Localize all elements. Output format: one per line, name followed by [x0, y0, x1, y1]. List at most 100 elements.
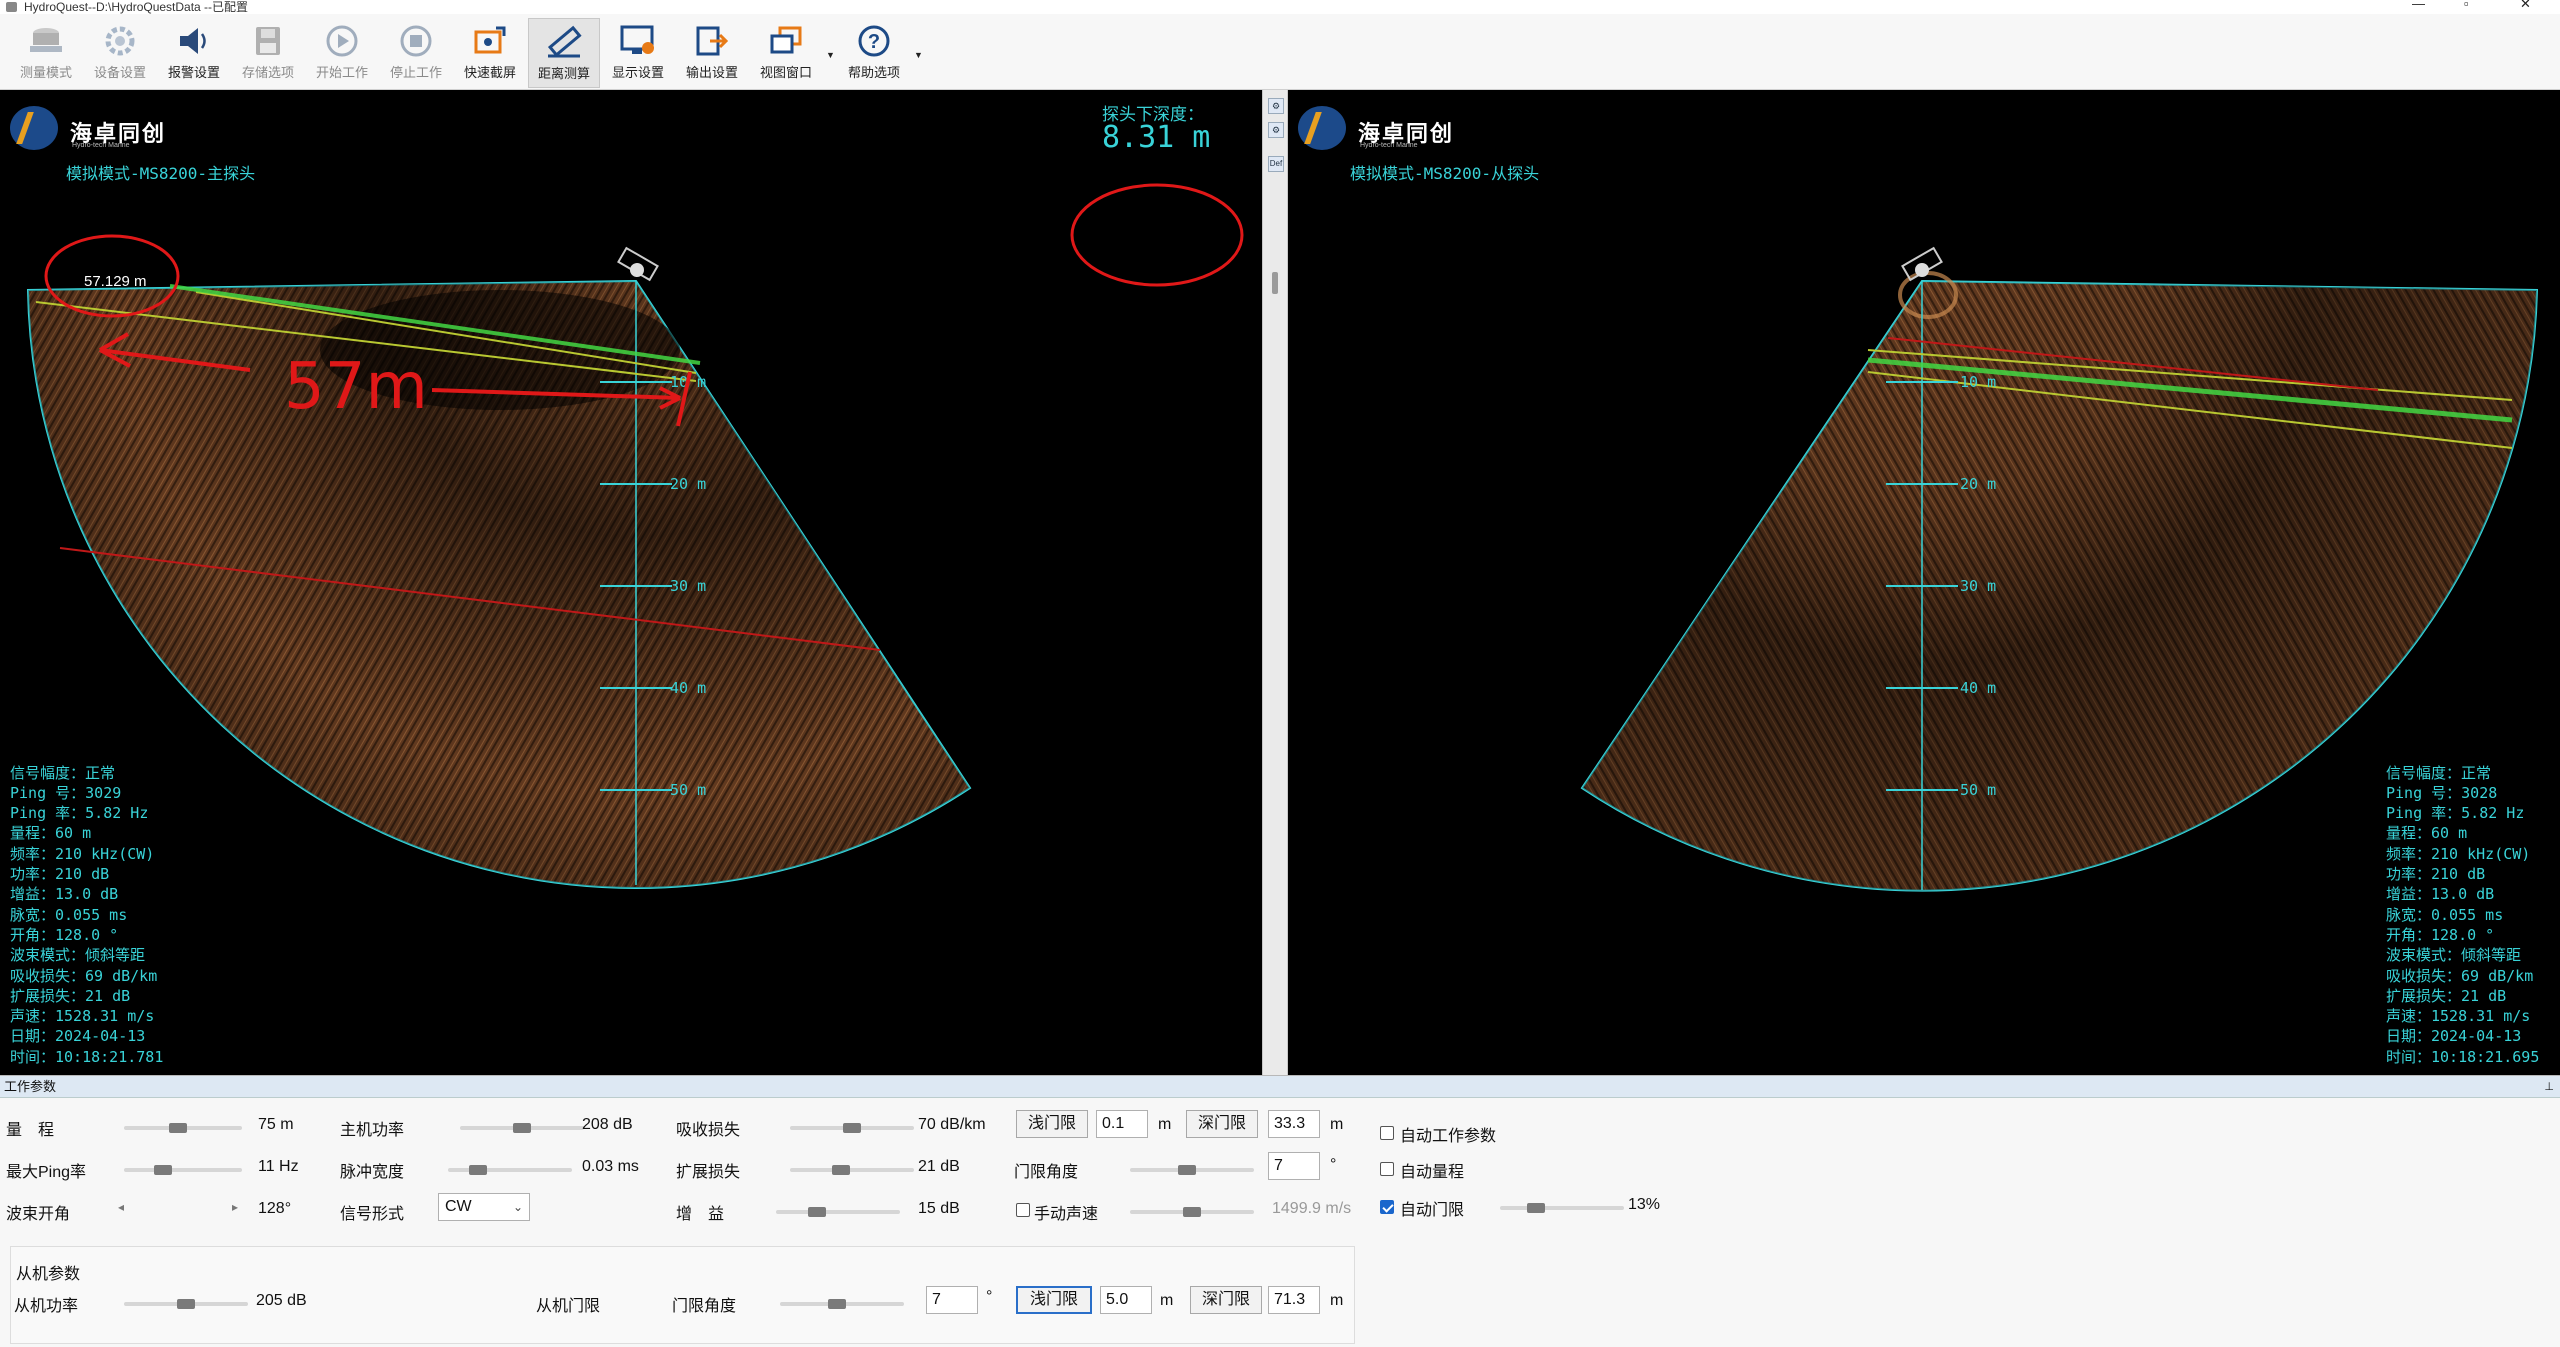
main-depth-tick-50: 50 m	[670, 781, 706, 799]
auto-work-params-checkbox[interactable]	[1380, 1126, 1394, 1140]
slave-sonar-panel[interactable]: 10 m 20 m 30 m 40 m 50 m 海卓同创 Hydro-tech…	[1288, 90, 2552, 1075]
gate-angle-label: 门限角度	[1014, 1164, 1079, 1181]
slave-shallow-gate-input[interactable]: 5.0	[1100, 1286, 1152, 1314]
brand-logo-icon	[10, 106, 58, 150]
pulse-width-slider[interactable]	[448, 1165, 572, 1175]
window-titlebar: HydroQuest--D:\HydroQuestData --已配置 — ▫ …	[0, 0, 2560, 14]
gate-angle-slider[interactable]	[1130, 1165, 1254, 1175]
slave-depth-tick-40: 40 m	[1960, 679, 1996, 697]
auto-work-params-label: 自动工作参数	[1400, 1128, 1497, 1145]
slave-shallow-gate-button[interactable]: 浅门限	[1016, 1286, 1092, 1314]
slave-power-slider[interactable]	[124, 1299, 248, 1309]
auto-gate-slider[interactable]	[1500, 1203, 1624, 1213]
distance-measure-button[interactable]: 距离测算	[528, 18, 600, 88]
help-options-button[interactable]: ? 帮助选项	[838, 18, 910, 88]
deep-gate-input[interactable]: 33.3	[1268, 1110, 1320, 1138]
depth-below-transducer-value: 8.31 m	[1102, 120, 1211, 155]
range-value: 75 m	[258, 1116, 294, 1133]
save-icon	[256, 27, 280, 55]
brand-logo-icon	[1298, 106, 1346, 150]
main-power-slider-thumb[interactable]	[513, 1123, 531, 1133]
slave-sonar-fan[interactable]: 10 m 20 m 30 m 40 m 50 m	[1288, 90, 2552, 1075]
view-window-button[interactable]: 视图窗口	[750, 18, 822, 88]
gain-slider[interactable]	[776, 1207, 900, 1217]
spreading-label: 扩展损失	[676, 1164, 741, 1181]
minimize-icon[interactable]: —	[2412, 0, 2425, 11]
slave-deep-gate-button[interactable]: 深门限	[1190, 1286, 1262, 1314]
manual-sound-speed-checkbox[interactable]	[1016, 1203, 1030, 1217]
absorption-slider-thumb[interactable]	[843, 1123, 861, 1133]
deep-gate-button[interactable]: 深门限	[1186, 1110, 1258, 1138]
slave-gate-angle-slider[interactable]	[780, 1299, 904, 1309]
slave-power-slider-thumb[interactable]	[177, 1299, 195, 1309]
close-icon[interactable]: ✕	[2520, 0, 2531, 11]
help-options-dropdown-icon[interactable]: ▼	[914, 50, 923, 60]
main-sonar-panel[interactable]: 10 m 20 m 30 m 40 m 50 m 57.129 m 57m 海卓…	[0, 90, 1262, 1075]
main-info-block: 信号幅度：正常 Ping 号：3029 Ping 率：5.82 Hz 量程：60…	[10, 763, 164, 1066]
slave-power-value: 205 dB	[256, 1292, 307, 1309]
auto-gate-value: 13%	[1628, 1196, 1661, 1213]
absorption-label: 吸收损失	[676, 1122, 741, 1139]
spreading-slider-thumb[interactable]	[832, 1165, 850, 1175]
depth-highlight-circle	[1070, 183, 1244, 287]
handwritten-distance-note: 57m	[284, 350, 428, 424]
main-power-value: 208 dB	[582, 1116, 633, 1133]
slave-depth-tick-30: 30 m	[1960, 577, 1996, 595]
gain-slider-thumb[interactable]	[808, 1207, 826, 1217]
max-ping-slider-thumb[interactable]	[154, 1165, 172, 1175]
beam-angle-left-arrow-icon[interactable]: ◂	[118, 1200, 124, 1214]
display-settings-button[interactable]: 显示设置	[602, 18, 674, 88]
splitter-settings-icon[interactable]: ⚙	[1268, 98, 1284, 114]
signal-form-select[interactable]: CW ⌄	[438, 1193, 530, 1221]
splitter-default-button[interactable]: Def	[1268, 156, 1284, 172]
shallow-gate-input[interactable]: 0.1	[1096, 1110, 1148, 1138]
slave-gate-angle-slider-thumb[interactable]	[828, 1299, 846, 1309]
splitter-settings-icon-2[interactable]: ⚙	[1268, 122, 1284, 138]
device-settings-button[interactable]: 设备设置	[84, 18, 156, 88]
pulse-width-slider-thumb[interactable]	[469, 1165, 487, 1175]
panel-splitter[interactable]: ⚙ ⚙ Def	[1262, 90, 1288, 1075]
windows-icon	[770, 26, 802, 54]
output-settings-button[interactable]: 输出设置	[676, 18, 748, 88]
main-sonar-fan[interactable]: 10 m 20 m 30 m 40 m 50 m 57.129 m 57m	[0, 90, 1262, 1075]
range-slider[interactable]	[124, 1123, 242, 1133]
sound-speed-slider-thumb[interactable]	[1183, 1207, 1201, 1217]
slave-power-label: 从机功率	[14, 1298, 79, 1315]
stop-work-button[interactable]: 停止工作	[380, 18, 452, 88]
camera-icon	[474, 26, 506, 54]
pulse-width-label: 脉冲宽度	[340, 1164, 405, 1181]
main-power-slider[interactable]	[460, 1123, 584, 1133]
slave-deep-gate-input[interactable]: 71.3	[1268, 1286, 1320, 1314]
range-slider-thumb[interactable]	[169, 1123, 187, 1133]
splitter-grip[interactable]	[1272, 272, 1278, 294]
stop-icon	[400, 25, 432, 57]
start-work-button[interactable]: 开始工作	[306, 18, 378, 88]
auto-range-checkbox[interactable]	[1380, 1162, 1394, 1176]
alarm-settings-button[interactable]: 报警设置	[158, 18, 230, 88]
help-icon: ?	[858, 25, 890, 57]
maximize-icon[interactable]: ▫	[2464, 0, 2469, 11]
main-depth-tick-20: 20 m	[670, 475, 706, 493]
absorption-slider[interactable]	[790, 1123, 914, 1133]
storage-options-button[interactable]: 存储选项	[232, 18, 304, 88]
quick-screenshot-button[interactable]: 快速截屏	[454, 18, 526, 88]
slave-gate-angle-input[interactable]: 7	[926, 1286, 978, 1314]
gain-value: 15 dB	[918, 1200, 960, 1217]
beam-angle-right-arrow-icon[interactable]: ▸	[232, 1200, 238, 1214]
sound-speed-slider[interactable]	[1130, 1207, 1254, 1217]
measure-mode-button[interactable]: 测量模式	[10, 18, 82, 88]
pin-icon[interactable]: ⊥	[2544, 1076, 2554, 1098]
view-window-dropdown-icon[interactable]: ▼	[826, 50, 835, 60]
speaker-icon	[180, 28, 206, 54]
auto-gate-slider-thumb[interactable]	[1527, 1203, 1545, 1213]
ruler-icon	[547, 25, 582, 58]
auto-gate-checkbox[interactable]	[1380, 1200, 1394, 1214]
spreading-slider[interactable]	[790, 1165, 914, 1175]
gate-angle-slider-thumb[interactable]	[1178, 1165, 1196, 1175]
auto-range-label: 自动量程	[1400, 1164, 1465, 1181]
shallow-gate-button[interactable]: 浅门限	[1016, 1110, 1088, 1138]
max-ping-slider[interactable]	[124, 1165, 242, 1175]
manual-sound-speed-label: 手动声速	[1034, 1206, 1099, 1223]
gate-angle-unit: °	[1330, 1156, 1337, 1173]
gate-angle-input[interactable]: 7	[1268, 1152, 1320, 1180]
